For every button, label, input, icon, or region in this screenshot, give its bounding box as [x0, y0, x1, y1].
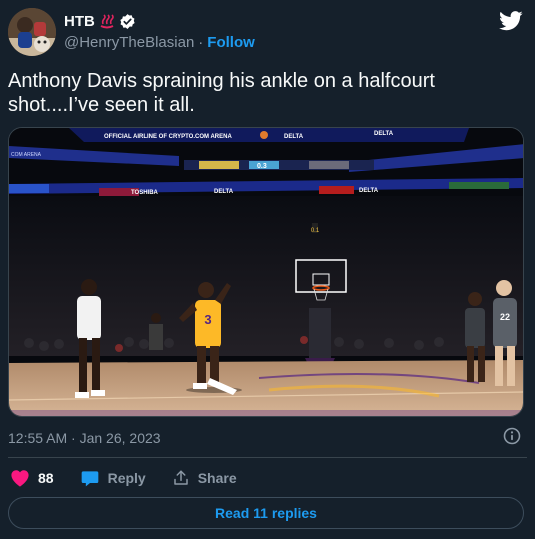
like-button[interactable]: 88	[10, 469, 54, 487]
ribbon-toshiba: TOSHIBA	[131, 190, 159, 196]
tweet-text: Anthony Davis spraining his ankle on a h…	[8, 70, 435, 116]
divider	[8, 457, 527, 458]
banner-upper-delta-a: DELTA	[284, 134, 304, 140]
lakers-jersey-number: 3	[204, 312, 211, 327]
ribbon-delta-a: DELTA	[214, 189, 234, 195]
share-label: Share	[197, 470, 237, 486]
banner-left-text: COM ARENA	[11, 152, 42, 158]
like-count: 88	[38, 470, 54, 486]
read-replies-button[interactable]: Read 11 replies	[8, 497, 524, 529]
tweet-card: HTB @HenryTheBlasian · Follow Anthony Da…	[0, 0, 535, 539]
shot-clock: 0.1	[311, 228, 320, 234]
avatar[interactable]	[8, 8, 56, 56]
info-icon[interactable]	[503, 427, 521, 445]
share-button[interactable]: Share	[172, 469, 237, 487]
separator-dot: ·	[198, 34, 204, 51]
follow-button[interactable]: Follow	[207, 34, 255, 51]
ribbon-delta-b: DELTA	[359, 188, 379, 194]
tweet-actions: 88 Reply Share	[10, 467, 263, 489]
banner-upper-delta-b: DELTA	[374, 131, 394, 137]
spurs-jersey-number: 22	[500, 312, 510, 322]
verified-badge-icon	[119, 13, 136, 30]
tweet-video[interactable]: OFFICIAL AIRLINE OF CRYPTO.COM ARENA DEL…	[8, 127, 524, 417]
reply-button[interactable]: Reply	[80, 468, 146, 488]
twitter-bird-icon[interactable]	[499, 10, 523, 32]
referee	[149, 313, 163, 350]
tweet-header: HTB @HenryTheBlasian · Follow	[8, 8, 527, 58]
display-name[interactable]: HTB	[64, 13, 95, 30]
display-name-row: HTB	[64, 13, 136, 30]
scoreboard-clock: 0.3	[257, 163, 267, 170]
heart-icon	[10, 469, 30, 487]
reply-label: Reply	[107, 470, 146, 486]
reply-bubble-icon	[80, 468, 100, 488]
hot-springs-icon	[99, 13, 115, 30]
share-icon	[172, 469, 190, 487]
handle-row: @HenryTheBlasian · Follow	[64, 34, 255, 51]
banner-upper-text: OFFICIAL AIRLINE OF CRYPTO.COM ARENA	[104, 134, 232, 140]
tweet-timestamp[interactable]: 12:55 AM · Jan 26, 2023	[8, 430, 161, 446]
handle[interactable]: @HenryTheBlasian	[64, 34, 194, 51]
